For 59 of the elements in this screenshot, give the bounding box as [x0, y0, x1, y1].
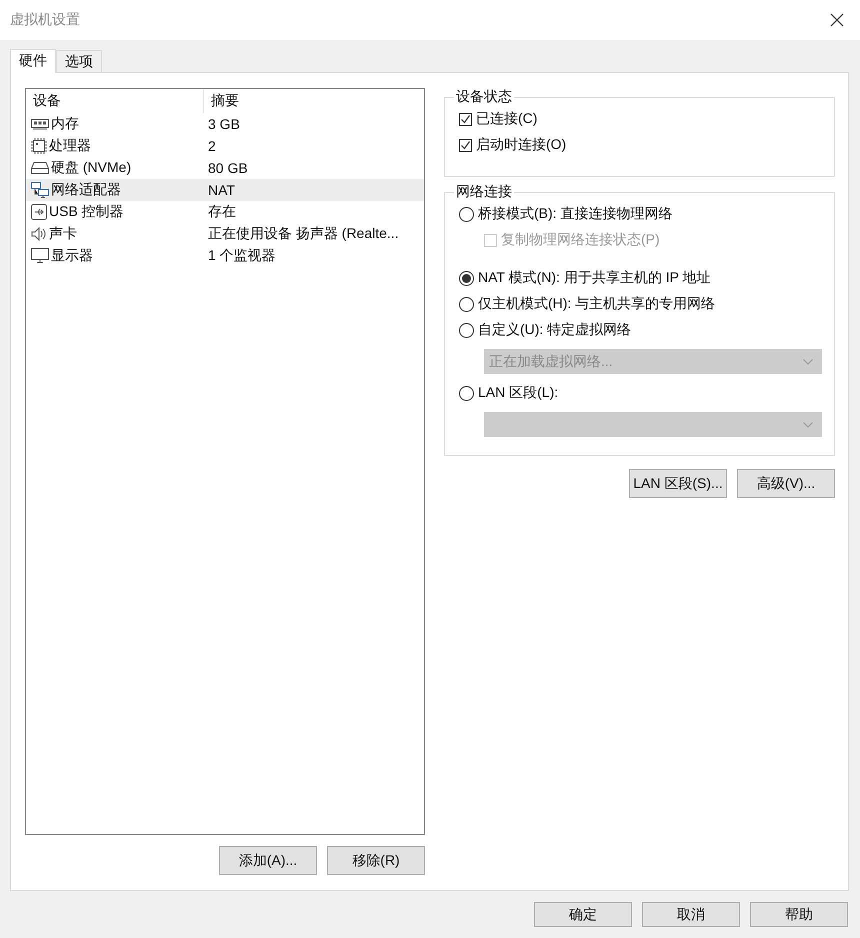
device-row[interactable]: 声卡 正在使用设备 扬声器 (Realte...	[26, 223, 424, 245]
radio-button[interactable]	[459, 386, 474, 400]
dialog-button[interactable]: 取消	[642, 902, 740, 927]
speaker-icon	[31, 227, 47, 241]
radio-label: NAT 模式(N): 用于共享主机的 IP 地址	[478, 269, 711, 287]
device-row[interactable]: 内存 3 GB	[26, 113, 424, 135]
group-title: 网络连接	[455, 183, 513, 201]
network-button[interactable]: 高级(V)...	[737, 469, 835, 498]
checkbox-label: 启动时连接(O)	[476, 136, 566, 154]
device-row[interactable]: 硬盘 (NVMe) 80 GB	[26, 157, 424, 179]
column-header[interactable]: 摘要	[204, 89, 239, 113]
list-button[interactable]: 移除(R)	[327, 846, 425, 875]
checkbox-label: 已连接(C)	[476, 110, 538, 128]
monitor-icon	[31, 248, 49, 264]
column-header[interactable]: 设备	[26, 89, 204, 113]
radio-label: 桥接模式(B): 直接连接物理网络	[478, 205, 672, 223]
checkbox[interactable]	[459, 138, 472, 152]
tab[interactable]: 选项	[56, 50, 102, 72]
checkbox[interactable]	[459, 112, 472, 126]
checkbox-label: 复制物理网络连接状态(P)	[501, 231, 660, 249]
device-summary: 正在使用设备 扬声器 (Realte...	[207, 225, 399, 243]
memory-icon	[31, 118, 49, 130]
device-summary: 80 GB	[207, 160, 248, 176]
chevron-down-icon	[803, 358, 813, 364]
dialog-button[interactable]: 确定	[534, 902, 632, 927]
radio-label: 仅主机模式(H): 与主机共享的专用网络	[478, 295, 716, 313]
window-title: 虚拟机设置	[10, 11, 80, 29]
device-name: 网络适配器	[51, 181, 121, 199]
device-summary: 存在	[207, 203, 236, 221]
device-name: 声卡	[49, 225, 77, 243]
group-title: 设备状态	[455, 88, 513, 106]
device-name: 显示器	[51, 247, 93, 265]
device-row[interactable]: USB 控制器 存在	[26, 201, 424, 223]
radio-button[interactable]	[459, 270, 474, 286]
device-summary: NAT	[207, 182, 235, 198]
network-icon	[31, 182, 49, 198]
device-name: 硬盘 (NVMe)	[51, 159, 132, 177]
device-row[interactable]: 显示器 1 个监视器	[26, 245, 424, 267]
network-button[interactable]: LAN 区段(S)...	[629, 469, 727, 498]
device-name: 处理器	[49, 137, 91, 155]
list-button[interactable]: 添加(A)...	[219, 846, 317, 875]
radio-button[interactable]	[459, 322, 474, 338]
radio-button[interactable]	[459, 296, 474, 312]
chevron-down-icon	[803, 422, 813, 428]
usb-icon	[31, 204, 47, 220]
device-name: 内存	[51, 115, 79, 133]
device-summary: 2	[207, 138, 216, 154]
device-row[interactable]: 网络适配器 NAT	[26, 179, 424, 201]
device-name: USB 控制器	[49, 203, 124, 221]
device-summary: 1 个监视器	[207, 247, 276, 265]
device-row[interactable]: 处理器 2	[26, 135, 424, 157]
radio-button[interactable]	[459, 206, 474, 222]
radio-label: 自定义(U): 特定虚拟网络	[478, 321, 632, 339]
radio-label: LAN 区段(L):	[478, 384, 558, 402]
tab[interactable]: 硬件	[10, 49, 56, 73]
close-icon[interactable]	[830, 13, 844, 27]
chip-icon	[31, 138, 47, 154]
device-summary: 3 GB	[207, 116, 240, 132]
dialog-button[interactable]: 帮助	[750, 902, 848, 927]
